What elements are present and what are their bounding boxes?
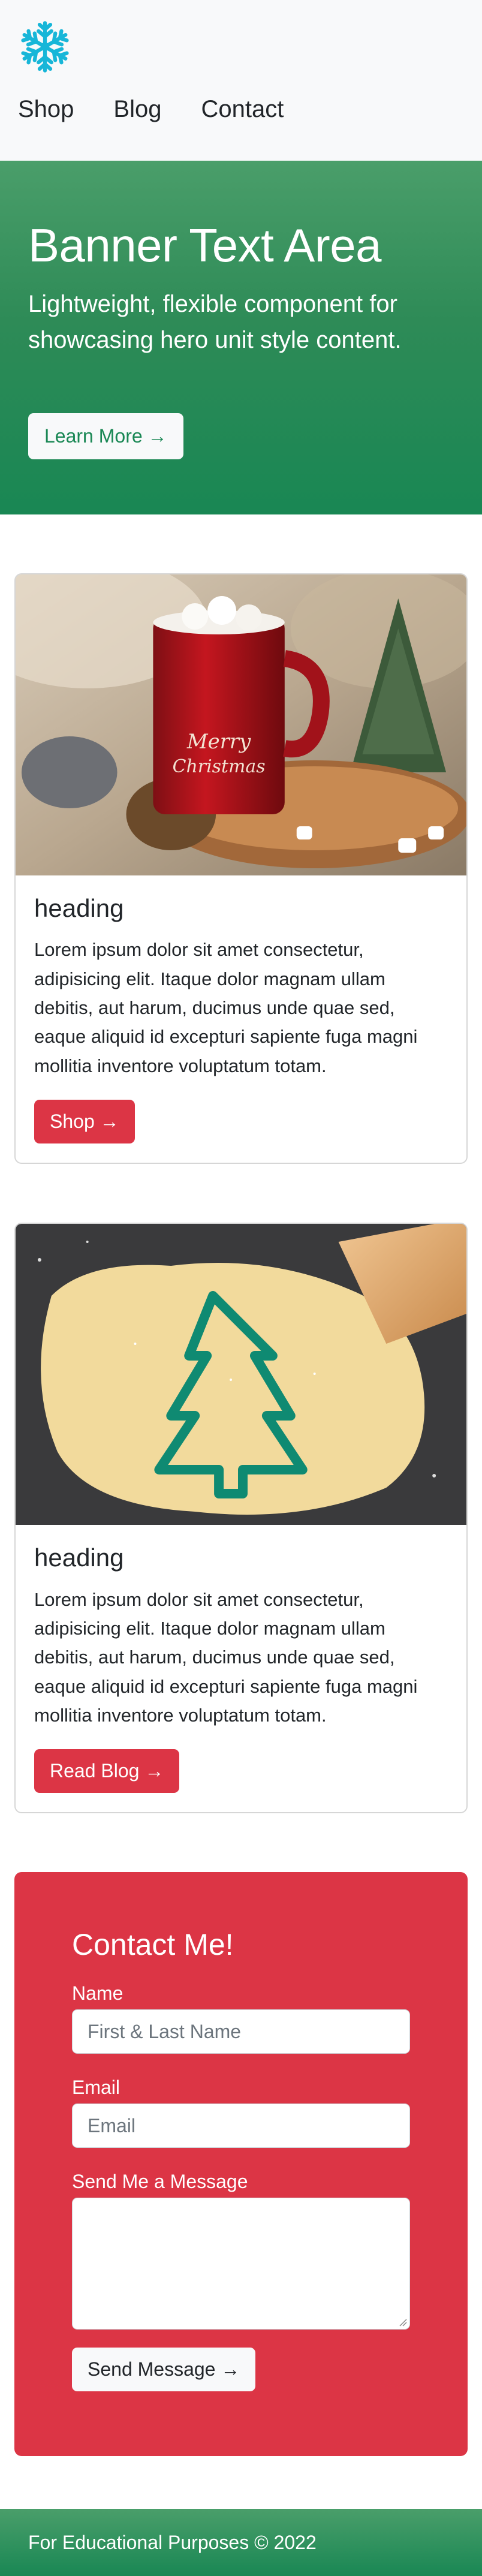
footer: For Educational Purposes © 2022 <box>0 2509 482 2576</box>
contact-section: Contact Me! Name First & Last Name Email… <box>0 1872 482 2457</box>
banner-subtitle: Lightweight, flexible component for show… <box>28 290 402 353</box>
card-shop: Merry Christmas heading Lorem ipsum dolo… <box>14 573 468 1164</box>
message-textarea[interactable] <box>72 2198 410 2330</box>
nav-link-blog[interactable]: Blog <box>113 95 161 124</box>
nav-link-contact[interactable]: Contact <box>201 95 284 124</box>
card-heading: heading <box>34 1543 124 1572</box>
navbar: Shop Blog Contact <box>0 0 482 161</box>
email-field[interactable]: Email <box>72 2103 410 2148</box>
name-label: Name <box>72 1982 123 2005</box>
card-body: heading Lorem ipsum dolor sit amet conse… <box>16 875 466 1163</box>
email-label: Email <box>72 2077 120 2099</box>
nav-link-shop[interactable]: Shop <box>18 95 74 124</box>
christmas-mug-photo: Merry Christmas <box>16 574 466 875</box>
card-heading: heading <box>34 894 124 922</box>
hero-banner: Banner Text Area Lightweight, flexible c… <box>0 161 482 514</box>
contact-title: Contact Me! <box>72 1928 234 1962</box>
cards-section: Merry Christmas heading Lorem ipsum dolo… <box>0 514 482 1814</box>
cookie-dough-tree-cutter-photo <box>16 1224 466 1525</box>
snowflake-icon[interactable] <box>18 17 72 77</box>
message-label: Send Me a Message <box>72 2171 248 2193</box>
name-field[interactable]: First & Last Name <box>72 2009 410 2054</box>
card-blog: heading Lorem ipsum dolor sit amet conse… <box>14 1223 468 1814</box>
banner-title: Banner Text Area <box>28 219 381 272</box>
card-body: heading Lorem ipsum dolor sit amet conse… <box>16 1525 466 1812</box>
shop-button[interactable]: Shop → <box>34 1100 135 1144</box>
footer-text: For Educational Purposes © 2022 <box>28 2531 317 2553</box>
svg-text:Christmas: Christmas <box>173 756 266 777</box>
learn-more-button[interactable]: Learn More → <box>28 413 183 459</box>
resize-grip-icon[interactable] <box>399 2318 407 2327</box>
card-text: Lorem ipsum dolor sit amet consectetur, … <box>34 939 418 1076</box>
svg-text:Merry: Merry <box>186 730 251 754</box>
contact-form: Contact Me! Name First & Last Name Email… <box>14 1872 468 2457</box>
send-message-button[interactable]: Send Message → <box>72 2348 256 2392</box>
read-blog-button[interactable]: Read Blog → <box>34 1749 180 1793</box>
card-text: Lorem ipsum dolor sit amet consectetur, … <box>34 1588 418 1726</box>
nav-links: Shop Blog Contact <box>18 95 464 124</box>
